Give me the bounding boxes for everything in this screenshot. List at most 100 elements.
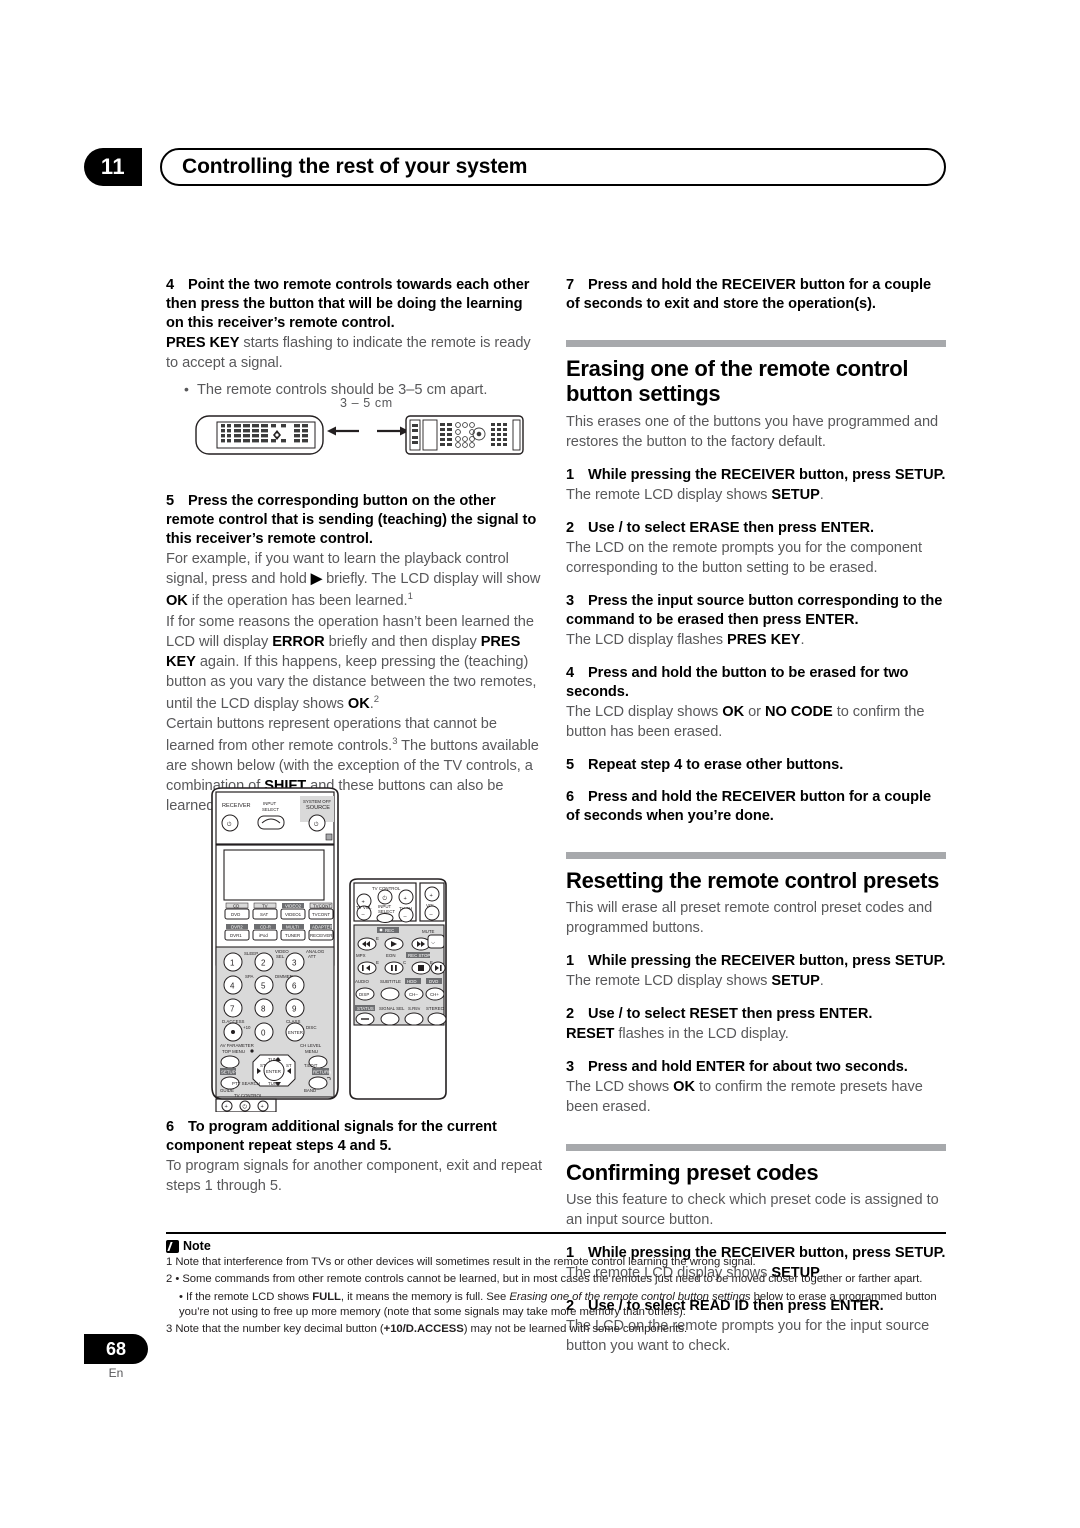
play-icon: ▶ (310, 570, 323, 587)
svg-text:⏻: ⏻ (227, 821, 232, 828)
svg-text:STATUS: STATUS (357, 1006, 374, 1011)
svg-text:+10: +10 (243, 1025, 251, 1030)
section-rule-confirm (566, 1143, 946, 1151)
svg-text:SEL: SEL (276, 954, 285, 959)
svg-text:⏻: ⏻ (383, 895, 388, 902)
section-heading-erasing: Erasing one of the remote control button… (566, 355, 909, 407)
pres-key-label-3: PRES KEY (727, 631, 801, 648)
reset-step-3-heading: 3 Press and hold ENTER for about two seco… (566, 1058, 946, 1077)
chapter-number: 11 (84, 148, 142, 186)
section-confirm-intro: Use this feature to check which preset c… (566, 1192, 939, 1229)
erase-step-5-text: Repeat step 4 to erase other buttons. (588, 756, 844, 773)
svg-text:4: 4 (230, 982, 235, 991)
svg-text:0: 0 (261, 1029, 266, 1038)
svg-text:TOP MENU: TOP MENU (222, 1049, 245, 1054)
step-6-number: 6 (166, 1119, 175, 1135)
svg-text:C: C (403, 960, 406, 965)
svg-text:AUDIO: AUDIO (355, 979, 369, 984)
r1c: . (819, 973, 824, 990)
distance-arrows (327, 426, 409, 436)
svg-text:TVCONT: TVCONT (312, 912, 330, 917)
erase-step-1-text: While pressing the RECEIVER button, pres… (588, 466, 946, 483)
p2-b: briefly and then display (324, 633, 481, 650)
svg-text:MULTI: MULTI (286, 924, 299, 929)
full-label: FULL (312, 1290, 341, 1303)
svg-text:CH–: CH– (409, 992, 418, 997)
erase-step-4-body: The LCD display shows OK or NO CODE to c… (566, 703, 946, 743)
svg-text:RETURN: RETURN (313, 1070, 331, 1075)
step-4-number: 4 (166, 277, 175, 293)
reset-step-1-text: While pressing the RECEIVER button, pres… (588, 953, 946, 970)
svg-text:3: 3 (292, 959, 297, 968)
svg-text:DVR2: DVR2 (231, 924, 243, 929)
reset-step-1-heading: 1 While pressing the RECEIVER button, pre… (566, 952, 946, 971)
svg-text:INPUT: INPUT (263, 801, 276, 806)
left-column: 4 Point the two remote controls towards e… (166, 276, 544, 817)
note-2b: • If the remote LCD shows FULL, it means… (179, 1290, 946, 1321)
p1-c: if the operation has been learned. (187, 592, 408, 609)
reset-step-1-body: The remote LCD display shows SETUP. (566, 972, 946, 992)
erase-step-3-number: 3 (566, 592, 575, 609)
erase-step-6-text: Press and hold the RECEIVER button for a… (566, 788, 932, 824)
svg-text:ENTER: ENTER (288, 1030, 303, 1035)
note-3: 3 Note that the number key decimal butto… (166, 1322, 946, 1337)
svg-text:⏻: ⏻ (243, 1104, 248, 1111)
erase-step-2-number: 2 (566, 519, 575, 536)
r2c: flashes in the LCD display. (614, 1025, 789, 1042)
erase-step-1-heading: 1 While pressing the RECEIVER button, pre… (566, 466, 946, 485)
page-language: En (108, 1366, 124, 1380)
svg-text:REC: REC (385, 928, 394, 933)
svg-text:ST: ST (260, 1063, 266, 1068)
svg-text:TV VOL: TV VOL (356, 905, 372, 910)
svg-text:CH LEVEL: CH LEVEL (300, 1043, 322, 1048)
erase-step-4-heading: 4 Press and hold the button to be erased … (566, 664, 946, 702)
reset-step-2-text: Use / to select RESET then press ENTER. (588, 1006, 873, 1022)
chapter-title-pill: Controlling the rest of your system (160, 148, 946, 186)
erase-step-4-text: Press and hold the button to be erased f… (566, 664, 909, 700)
reset-step-1-number: 1 (566, 953, 575, 970)
n2b-b: , it means the memory is full. See (340, 1290, 510, 1303)
reset-step-3-text: Press and hold ENTER for about two secon… (588, 1058, 908, 1075)
notes-title: Note (183, 1239, 211, 1253)
section-rule-erase (566, 339, 946, 347)
e1a: The remote LCD display shows (566, 486, 772, 503)
svg-text:E: E (376, 936, 379, 941)
svg-text:SOURCE: SOURCE (306, 805, 330, 811)
ok-label-1: OK (166, 592, 188, 609)
svg-text:ENTER: ENTER (266, 1069, 281, 1074)
reset-step-2-body: RESET flashes in the LCD display. (566, 1025, 946, 1045)
page-header: 11 Controlling the rest of your system (84, 148, 946, 188)
reset-label: RESET (566, 1025, 615, 1042)
note-2a: 2 • Some commands from other remote cont… (166, 1273, 923, 1286)
step-7-number: 7 (566, 277, 575, 293)
svg-text:CD: CD (233, 903, 239, 908)
pres-key-label: PRES KEY (166, 334, 240, 351)
teaching-remote-illustration (405, 415, 524, 455)
reset-step-2-number: 2 (566, 1006, 575, 1022)
remote-control-figure: .ol{fill:none;stroke:#231f20;stroke-widt… (200, 787, 505, 1112)
svg-text:STEREO: STEREO (426, 1006, 445, 1011)
step-5-para-2: If for some reasons the operation hasn’t… (166, 613, 544, 715)
svg-text:iPod: iPod (259, 933, 268, 938)
d-access-label: +10/D.ACCESS (383, 1323, 464, 1336)
svg-text:REC STOP: REC STOP (408, 953, 430, 958)
svg-text:ADAPTER: ADAPTER (312, 924, 333, 929)
svg-text:SELECT: SELECT (262, 807, 279, 812)
svg-text:BAND: BAND (304, 1088, 316, 1093)
svg-text:S.Rtrv: S.Rtrv (408, 1006, 421, 1011)
erase-step-6-heading: 6 Press and hold the RECEIVER button for … (566, 788, 946, 826)
svg-text:SPA: SPA (245, 974, 254, 979)
section-heading-confirming: Confirming preset codes (566, 1159, 819, 1185)
step-6-heading: 6 To program additional signals for the c… (166, 1118, 544, 1156)
svg-text:T.EDIT: T.EDIT (304, 1063, 318, 1068)
e4a: The LCD display shows (566, 703, 723, 720)
svg-text:SAT: SAT (260, 912, 269, 917)
erase-step-2-heading: 2 Use / to select ERASE then press ENTER. (566, 519, 946, 538)
svg-text:TV: TV (262, 903, 268, 908)
r3a: The LCD shows (566, 1078, 674, 1095)
section-erase-intro: This erases one of the buttons you have … (566, 413, 939, 450)
e3a: The LCD display flashes (566, 631, 728, 648)
page-number: 68 (84, 1334, 148, 1364)
learning-remote-illustration (195, 415, 324, 455)
svg-text:MENU: MENU (305, 1049, 318, 1054)
